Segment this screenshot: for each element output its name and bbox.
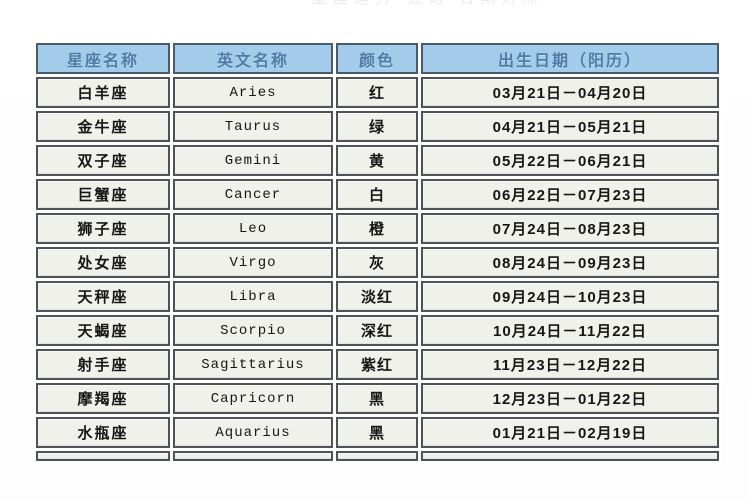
cell-english-name bbox=[173, 451, 333, 461]
cell-constellation-name: 双子座 bbox=[36, 145, 170, 176]
cell-color: 淡红 bbox=[336, 281, 418, 312]
page-surface: 星座运势 查询 日期对照 星座名称 英文名称 颜色 出生日期（阳历） 白羊座Ar… bbox=[0, 0, 750, 500]
top-cropped-text: 星座运势 查询 日期对照 bbox=[312, 0, 544, 8]
cell-english-name: Aquarius bbox=[173, 417, 333, 448]
cell-english-name: Leo bbox=[173, 213, 333, 244]
cell-birth-date: 09月24日－10月23日 bbox=[421, 281, 719, 312]
cell-english-name: Scorpio bbox=[173, 315, 333, 346]
cell-birth-date: 06月22日－07月23日 bbox=[421, 179, 719, 210]
table-row: 巨蟹座 Cancer 白 06月22日－07月23日 bbox=[36, 179, 719, 210]
cell-constellation-name: 金牛座 bbox=[36, 111, 170, 142]
zodiac-table-container: 星座名称 英文名称 颜色 出生日期（阳历） 白羊座 Aries 红 03月21日－04… bbox=[33, 40, 722, 464]
table-row: 射手座 Sagittarius 紫红 11月23日－12月22日 bbox=[36, 349, 719, 380]
table-header: 星座名称 英文名称 颜色 出生日期（阳历） bbox=[36, 43, 719, 74]
cell-color: 橙 bbox=[336, 213, 418, 244]
cell-english-name: Taurus bbox=[173, 111, 333, 142]
cell-birth-date: 04月21日－05月21日 bbox=[421, 111, 719, 142]
column-header-english-name: 英文名称 bbox=[173, 43, 333, 74]
column-header-color: 颜色 bbox=[336, 43, 418, 74]
cell-color: 紫红 bbox=[336, 349, 418, 380]
cell-birth-date: 11月23日－12月22日 bbox=[421, 349, 719, 380]
cell-birth-date bbox=[421, 451, 719, 461]
cell-english-name: Cancer bbox=[173, 179, 333, 210]
cell-constellation-name bbox=[36, 451, 170, 461]
table-row: 水瓶座 Aquarius 黑 01月21日－02月19日 bbox=[36, 417, 719, 448]
cell-english-name: Gemini bbox=[173, 145, 333, 176]
cell-constellation-name: 摩羯座 bbox=[36, 383, 170, 414]
cell-english-name: Aries bbox=[173, 77, 333, 108]
zodiac-table: 星座名称 英文名称 颜色 出生日期（阳历） 白羊座 Aries 红 03月21日－04… bbox=[33, 40, 722, 464]
cell-birth-date: 03月21日－04月20日 bbox=[421, 77, 719, 108]
top-cropped-text-strip: 星座运势 查询 日期对照 bbox=[0, 0, 750, 10]
column-header-birth-date: 出生日期（阳历） bbox=[421, 43, 719, 74]
cell-color: 深红 bbox=[336, 315, 418, 346]
cell-constellation-name: 处女座 bbox=[36, 247, 170, 278]
cell-birth-date: 08月24日－09月23日 bbox=[421, 247, 719, 278]
table-row: 处女座 Virgo 灰 08月24日－09月23日 bbox=[36, 247, 719, 278]
cell-birth-date: 10月24日－11月22日 bbox=[421, 315, 719, 346]
table-row-clipped bbox=[36, 451, 719, 461]
cell-color bbox=[336, 451, 418, 461]
cell-color: 红 bbox=[336, 77, 418, 108]
column-header-constellation-name: 星座名称 bbox=[36, 43, 170, 74]
cell-constellation-name: 巨蟹座 bbox=[36, 179, 170, 210]
cell-english-name: Sagittarius bbox=[173, 349, 333, 380]
table-row: 狮子座 Leo 橙 07月24日－08月23日 bbox=[36, 213, 719, 244]
table-row: 白羊座 Aries 红 03月21日－04月20日 bbox=[36, 77, 719, 108]
cell-constellation-name: 射手座 bbox=[36, 349, 170, 380]
cell-english-name: Virgo bbox=[173, 247, 333, 278]
table-row: 天秤座 Libra 淡红 09月24日－10月23日 bbox=[36, 281, 719, 312]
table-row: 天蝎座 Scorpio 深红 10月24日－11月22日 bbox=[36, 315, 719, 346]
cell-english-name: Libra bbox=[173, 281, 333, 312]
table-body: 白羊座 Aries 红 03月21日－04月20日 金牛座 Taurus 绿 04月21日－0… bbox=[36, 77, 719, 461]
cell-birth-date: 01月21日－02月19日 bbox=[421, 417, 719, 448]
table-row: 双子座 Gemini 黄 05月22日－06月21日 bbox=[36, 145, 719, 176]
cell-color: 黄 bbox=[336, 145, 418, 176]
header-row: 星座名称 英文名称 颜色 出生日期（阳历） bbox=[36, 43, 719, 74]
cell-constellation-name: 白羊座 bbox=[36, 77, 170, 108]
table-row: 金牛座 Taurus 绿 04月21日－05月21日 bbox=[36, 111, 719, 142]
cell-constellation-name: 天蝎座 bbox=[36, 315, 170, 346]
table-row: 摩羯座 Capricorn 黑 12月23日－01月22日 bbox=[36, 383, 719, 414]
cell-birth-date: 05月22日－06月21日 bbox=[421, 145, 719, 176]
cell-color: 白 bbox=[336, 179, 418, 210]
cell-color: 绿 bbox=[336, 111, 418, 142]
cell-english-name: Capricorn bbox=[173, 383, 333, 414]
cell-color: 灰 bbox=[336, 247, 418, 278]
cell-color: 黑 bbox=[336, 417, 418, 448]
cell-color: 黑 bbox=[336, 383, 418, 414]
cell-constellation-name: 狮子座 bbox=[36, 213, 170, 244]
cell-birth-date: 12月23日－01月22日 bbox=[421, 383, 719, 414]
cell-birth-date: 07月24日－08月23日 bbox=[421, 213, 719, 244]
cell-constellation-name: 天秤座 bbox=[36, 281, 170, 312]
cell-constellation-name: 水瓶座 bbox=[36, 417, 170, 448]
